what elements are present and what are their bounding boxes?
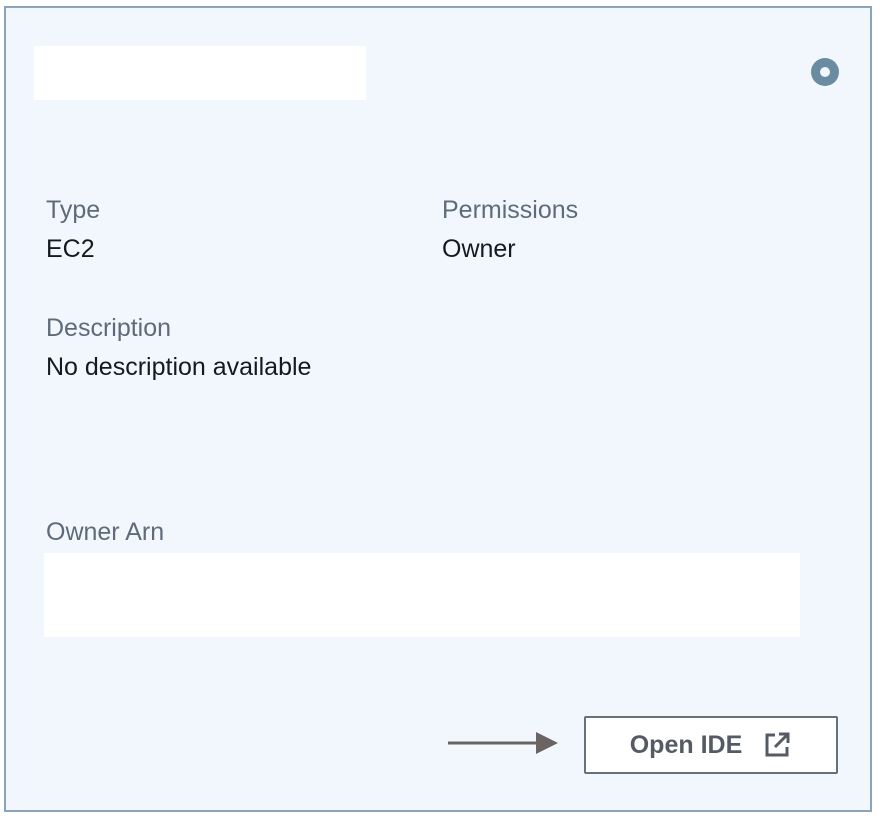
type-value: EC2 — [46, 235, 95, 263]
description-value: No description available — [46, 353, 312, 381]
arrow-right-icon — [448, 732, 558, 754]
status-circle-icon — [811, 58, 839, 86]
external-link-icon — [762, 730, 792, 760]
open-ide-button-label: Open IDE — [629, 730, 743, 759]
status-circle-center — [820, 67, 830, 77]
permissions-label: Permissions — [442, 196, 579, 224]
open-ide-button[interactable]: Open IDE — [584, 716, 838, 774]
environment-card: Type EC2 Permissions Owner Description N… — [4, 6, 872, 812]
owner-arn-value-box — [44, 553, 800, 637]
owner-arn-label: Owner Arn — [46, 518, 165, 546]
type-label: Type — [46, 196, 101, 224]
description-label: Description — [46, 314, 172, 342]
permissions-value: Owner — [442, 235, 516, 263]
environment-name-box — [34, 46, 366, 100]
